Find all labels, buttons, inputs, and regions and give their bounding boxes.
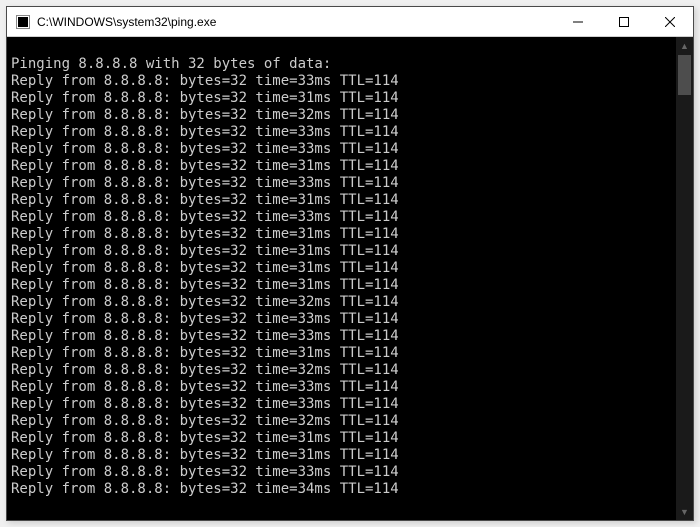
ping-reply-line: Reply from 8.8.8.8: bytes=32 time=31ms T… <box>11 447 672 464</box>
app-icon <box>15 14 31 30</box>
vertical-scrollbar[interactable]: ▲ ▼ <box>676 37 693 520</box>
maximize-button[interactable] <box>601 7 647 36</box>
close-button[interactable] <box>647 7 693 36</box>
console-output[interactable]: Pinging 8.8.8.8 with 32 bytes of data:Re… <box>7 37 676 520</box>
ping-reply-line: Reply from 8.8.8.8: bytes=32 time=31ms T… <box>11 430 672 447</box>
ping-reply-line: Reply from 8.8.8.8: bytes=32 time=32ms T… <box>11 294 672 311</box>
ping-reply-line: Reply from 8.8.8.8: bytes=32 time=31ms T… <box>11 226 672 243</box>
ping-reply-line: Reply from 8.8.8.8: bytes=32 time=32ms T… <box>11 362 672 379</box>
ping-reply-line: Reply from 8.8.8.8: bytes=32 time=31ms T… <box>11 192 672 209</box>
ping-reply-line: Reply from 8.8.8.8: bytes=32 time=31ms T… <box>11 90 672 107</box>
scroll-up-arrow[interactable]: ▲ <box>676 37 693 54</box>
window-title: C:\WINDOWS\system32\ping.exe <box>37 15 555 29</box>
console-window: C:\WINDOWS\system32\ping.exe Pinging 8.8… <box>6 6 694 521</box>
titlebar[interactable]: C:\WINDOWS\system32\ping.exe <box>7 7 693 37</box>
ping-reply-line: Reply from 8.8.8.8: bytes=32 time=31ms T… <box>11 158 672 175</box>
scroll-thumb[interactable] <box>678 55 691 95</box>
ping-header-line: Pinging 8.8.8.8 with 32 bytes of data: <box>11 56 672 73</box>
ping-reply-line: Reply from 8.8.8.8: bytes=32 time=31ms T… <box>11 260 672 277</box>
console-blank-line <box>11 39 672 56</box>
ping-reply-line: Reply from 8.8.8.8: bytes=32 time=33ms T… <box>11 311 672 328</box>
ping-reply-line: Reply from 8.8.8.8: bytes=32 time=32ms T… <box>11 107 672 124</box>
ping-reply-line: Reply from 8.8.8.8: bytes=32 time=33ms T… <box>11 141 672 158</box>
ping-reply-line: Reply from 8.8.8.8: bytes=32 time=34ms T… <box>11 481 672 498</box>
ping-reply-line: Reply from 8.8.8.8: bytes=32 time=33ms T… <box>11 124 672 141</box>
ping-reply-line: Reply from 8.8.8.8: bytes=32 time=33ms T… <box>11 464 672 481</box>
ping-reply-line: Reply from 8.8.8.8: bytes=32 time=33ms T… <box>11 73 672 90</box>
ping-reply-line: Reply from 8.8.8.8: bytes=32 time=33ms T… <box>11 209 672 226</box>
ping-reply-line: Reply from 8.8.8.8: bytes=32 time=31ms T… <box>11 243 672 260</box>
ping-reply-line: Reply from 8.8.8.8: bytes=32 time=33ms T… <box>11 328 672 345</box>
console-area: Pinging 8.8.8.8 with 32 bytes of data:Re… <box>7 37 693 520</box>
ping-reply-line: Reply from 8.8.8.8: bytes=32 time=31ms T… <box>11 345 672 362</box>
window-controls <box>555 7 693 36</box>
scroll-down-arrow[interactable]: ▼ <box>676 503 693 520</box>
ping-reply-line: Reply from 8.8.8.8: bytes=32 time=33ms T… <box>11 175 672 192</box>
ping-reply-line: Reply from 8.8.8.8: bytes=32 time=32ms T… <box>11 413 672 430</box>
ping-reply-line: Reply from 8.8.8.8: bytes=32 time=33ms T… <box>11 396 672 413</box>
minimize-button[interactable] <box>555 7 601 36</box>
ping-reply-line: Reply from 8.8.8.8: bytes=32 time=33ms T… <box>11 379 672 396</box>
ping-reply-line: Reply from 8.8.8.8: bytes=32 time=31ms T… <box>11 277 672 294</box>
